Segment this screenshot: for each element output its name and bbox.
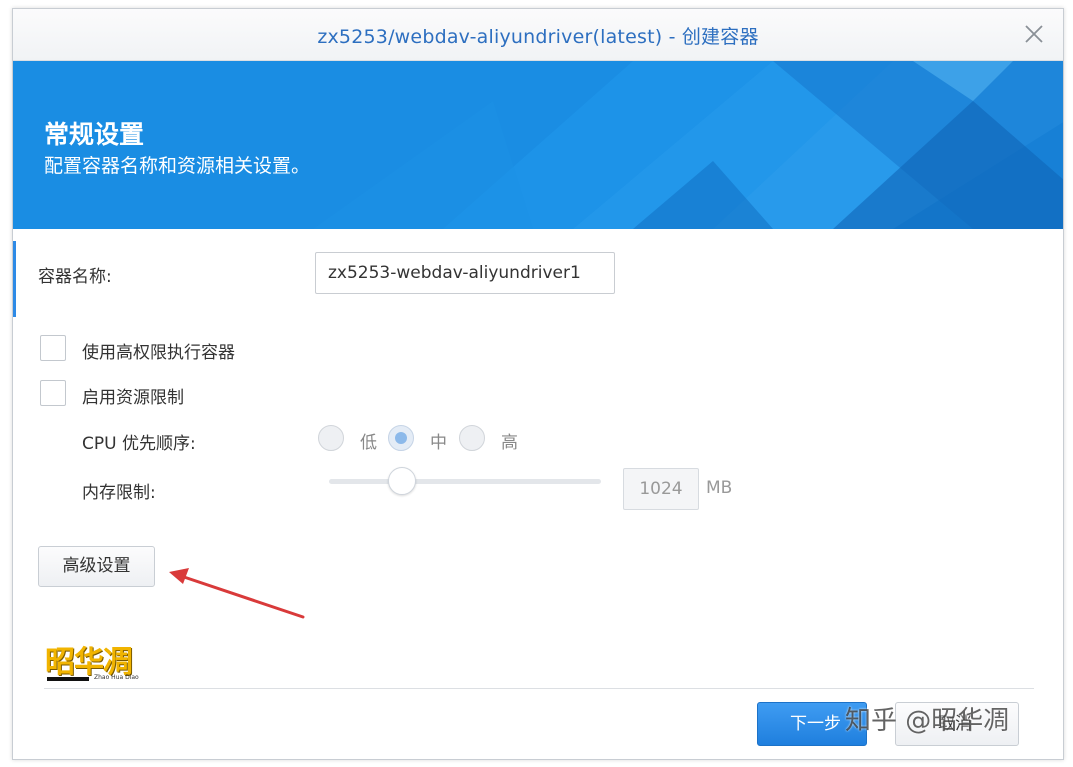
cpu-priority-low-radio[interactable]: [318, 425, 344, 451]
memory-limit-label: 内存限制:: [82, 483, 156, 503]
header-banner: 常规设置 配置容器名称和资源相关设置。: [13, 61, 1063, 229]
cpu-priority-medium-label: 中: [430, 433, 447, 453]
logo-underline: [47, 677, 89, 681]
memory-limit-input[interactable]: 1024: [623, 468, 699, 510]
container-name-input[interactable]: zx5253-webdav-aliyundriver1: [315, 252, 615, 294]
watermark-logo: 昭华凋 Zhao Hua Diao: [45, 637, 145, 685]
cpu-priority-low-label: 低: [360, 433, 377, 453]
banner-title: 常规设置: [44, 120, 145, 149]
cpu-priority-label: CPU 优先顺序:: [82, 434, 196, 454]
banner-background: [13, 61, 1063, 229]
privileged-label: 使用高权限执行容器: [82, 343, 235, 363]
resource-limit-checkbox[interactable]: [40, 380, 66, 406]
cpu-priority-high-radio[interactable]: [459, 425, 485, 451]
cancel-button[interactable]: 取消: [895, 702, 1019, 746]
memory-slider-thumb[interactable]: [388, 467, 417, 495]
banner-subtitle: 配置容器名称和资源相关设置。: [44, 155, 311, 177]
next-button[interactable]: 下一步: [757, 702, 867, 746]
memory-unit-label: MB: [706, 478, 733, 498]
section-accent-bar: [13, 241, 16, 317]
advanced-settings-button[interactable]: 高级设置: [38, 546, 155, 587]
container-name-label: 容器名称:: [38, 267, 112, 287]
memory-slider-track[interactable]: [329, 479, 601, 484]
annotation-arrow: [169, 568, 305, 619]
logo-subtext: Zhao Hua Diao: [94, 674, 139, 681]
dialog-titlebar: zx5253/webdav-aliyundriver(latest) - 创建容…: [13, 9, 1063, 61]
privileged-checkbox[interactable]: [40, 335, 66, 361]
close-icon[interactable]: [1023, 23, 1045, 45]
create-container-dialog: zx5253/webdav-aliyundriver(latest) - 创建容…: [12, 8, 1064, 760]
resource-limit-label: 启用资源限制: [82, 388, 184, 408]
footer-divider: [44, 688, 1034, 689]
cpu-priority-high-label: 高: [501, 433, 518, 453]
dialog-title: zx5253/webdav-aliyundriver(latest) - 创建容…: [317, 26, 759, 48]
cpu-priority-medium-radio[interactable]: [388, 425, 414, 451]
